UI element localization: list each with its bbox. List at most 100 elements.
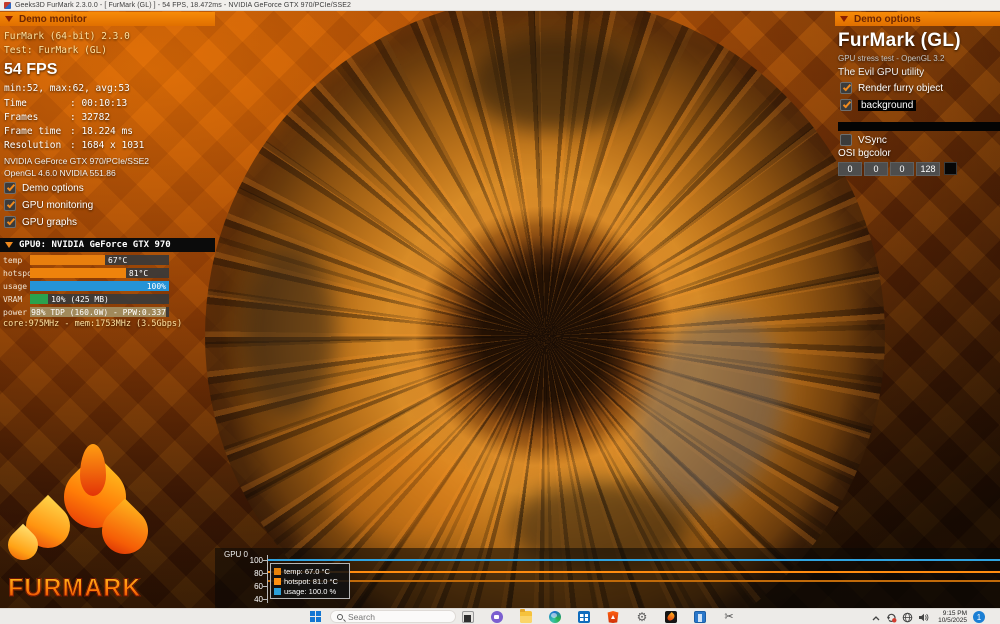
demo-subtitle: GPU stress test - OpenGL 3.2	[838, 54, 945, 63]
search-input[interactable]	[348, 611, 438, 622]
checkbox-gpu-monitoring[interactable]: GPU monitoring	[4, 199, 93, 211]
bar-track: 98% TDP (160.0W) - PPW:0.337	[30, 307, 169, 317]
folder-icon	[520, 609, 532, 623]
bar-value: 98% TDP (160.0W) - PPW:0.337	[31, 308, 166, 317]
gpu0-section-header[interactable]: GPU0: NVIDIA GeForce GTX 970	[0, 238, 215, 252]
legend-row-usage: usage: 100.0 %	[274, 586, 346, 596]
demo-monitor-header[interactable]: Demo monitor	[0, 12, 215, 26]
demo-options-header[interactable]: Demo options	[835, 12, 1000, 26]
furmark-window: Geeks3D FurMark 2.3.0.0 - [ FurMark (GL)…	[0, 0, 1000, 624]
checkbox-box	[4, 199, 16, 211]
scissors-icon: ✂	[724, 611, 734, 623]
checkbox-gpu-graphs[interactable]: GPU graphs	[4, 216, 77, 228]
taskbar-search[interactable]	[330, 610, 456, 623]
bgcolor-b-field[interactable]: 0	[890, 162, 914, 176]
search-icon	[337, 613, 343, 620]
task-view-icon	[462, 611, 474, 623]
stat-label: Resolution	[4, 140, 62, 151]
stat-label: Frames	[4, 112, 39, 123]
axis-tick	[263, 586, 267, 587]
bar-fill	[30, 255, 106, 265]
collapse-triangle-icon	[840, 16, 848, 22]
taskbar-icon-edge[interactable]	[548, 610, 562, 624]
globe-icon	[902, 612, 913, 623]
checkbox-label: background	[858, 99, 917, 111]
checkbox-demo-options[interactable]: Demo options	[4, 182, 84, 194]
collapse-triangle-icon	[5, 16, 13, 22]
bgcolor-g-field[interactable]: 0	[864, 162, 888, 176]
stat-value: 00:10:13	[81, 98, 128, 109]
tray-volume-icon[interactable]	[917, 611, 930, 624]
checkbox-box	[4, 182, 16, 194]
fur-patch	[330, 441, 480, 541]
sync-arrows-icon	[887, 613, 897, 623]
checkbox-box	[840, 82, 852, 94]
taskbar-icon-brave[interactable]	[606, 610, 620, 624]
bar-track: 10% (425 MB)	[30, 294, 169, 304]
bgcolor-a-field[interactable]: 128	[916, 162, 940, 176]
graph-line-temp	[268, 580, 1000, 583]
bar-fill	[30, 268, 126, 278]
taskbar-icon-furmark[interactable]	[664, 610, 678, 624]
legend-text: hotspot: 81.0 °C	[284, 576, 338, 586]
check-icon	[6, 216, 16, 226]
bgcolor-swatch[interactable]	[944, 162, 957, 175]
bar-track: 81°C	[30, 268, 169, 278]
checkbox-background[interactable]: background	[840, 99, 917, 111]
y-tick-60: 60	[254, 582, 263, 591]
flame-shape	[80, 444, 106, 496]
tray-network-icon[interactable]	[901, 611, 914, 624]
checkbox-vsync[interactable]: VSync	[840, 134, 887, 146]
stat-row-time: Time 00:10:13	[4, 98, 127, 109]
fur-patch	[245, 246, 335, 416]
furmark-flame-icon	[665, 611, 677, 623]
stat-separator	[70, 140, 81, 151]
checkbox-box	[840, 134, 852, 146]
taskbar-clock[interactable]: 9:15 PM 10/5/2025	[938, 610, 967, 624]
bar-track: 67°C	[30, 255, 169, 265]
checkbox-label: GPU graphs	[22, 216, 78, 228]
taskbar-icon-photos[interactable]	[693, 610, 707, 624]
bar-label: usage	[3, 282, 28, 291]
title-bar: Geeks3D FurMark 2.3.0.0 - [ FurMark (GL)…	[0, 0, 1000, 11]
start-button[interactable]	[310, 611, 321, 622]
bar-value: 81°C	[128, 269, 149, 278]
tray-sync-icon[interactable]	[885, 611, 898, 624]
bar-value: 10% (425 MB)	[51, 295, 109, 304]
fps-stats: min:52, max:62, avg:53	[4, 83, 130, 94]
stat-separator	[70, 126, 81, 137]
app-version-line: FurMark (64-bit) 2.3.0	[4, 31, 130, 42]
gpu0-title: GPU0: NVIDIA GeForce GTX 970	[19, 240, 171, 250]
opengl-line: OpenGL 4.6.0 NVIDIA 551.86	[4, 168, 116, 178]
demo-options-title: Demo options	[854, 13, 921, 25]
graph-legend: temp: 67.0 °C hotspot: 81.0 °C usage: 10…	[270, 563, 350, 599]
taskbar-icon-snipping[interactable]: ✂	[722, 610, 736, 624]
taskbar-icon-chat[interactable]	[490, 610, 504, 624]
stat-value: 18.224 ms	[81, 126, 133, 137]
bar-value: 100%	[146, 282, 166, 291]
taskbar-icon-store[interactable]	[577, 610, 591, 624]
chevron-up-icon	[872, 615, 879, 620]
y-axis-line	[267, 555, 268, 603]
checkbox-render-furry-object[interactable]: Render furry object	[840, 82, 943, 94]
speaker-icon	[919, 613, 929, 622]
bar-value: 67°C	[108, 256, 128, 265]
bgcolor-r-field[interactable]: 0	[838, 162, 862, 176]
legend-row-temp: temp: 67.0 °C	[274, 566, 346, 576]
legend-row-hotspot: hotspot: 81.0 °C	[274, 576, 346, 586]
background-color-strip	[838, 122, 1000, 131]
bar-label: power	[3, 308, 28, 317]
taskbar-icon-task-view[interactable]	[461, 610, 475, 624]
check-icon	[6, 182, 16, 192]
taskbar-icon-file-explorer[interactable]	[519, 609, 533, 624]
checkbox-box	[4, 216, 16, 228]
edge-browser-icon	[549, 611, 561, 623]
legend-text: usage: 100.0 %	[284, 586, 337, 596]
notification-badge[interactable]: 1	[973, 611, 985, 623]
microsoft-store-icon	[578, 611, 590, 623]
tray-chevron-up[interactable]	[869, 611, 882, 624]
axis-tick	[263, 599, 267, 600]
y-tick-40: 40	[254, 595, 263, 604]
stat-separator	[70, 98, 81, 109]
taskbar-icon-utilities[interactable]: ⚙	[635, 610, 649, 624]
